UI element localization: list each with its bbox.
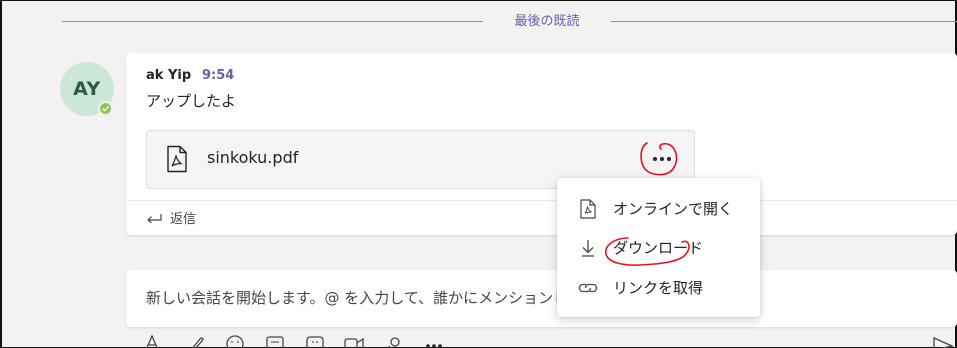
sticker-icon[interactable] [304, 334, 326, 348]
message-author[interactable]: ak Yip [146, 67, 191, 85]
more-options-button[interactable] [648, 148, 676, 170]
pdf-file-icon [578, 198, 598, 219]
menu-item-label: オンラインで開く [613, 200, 734, 218]
file-name[interactable]: sinkoku.pdf [207, 147, 298, 169]
menu-item-download[interactable]: ダウンロード [557, 228, 760, 267]
last-read-divider-right [611, 21, 957, 22]
more-dot-icon [667, 157, 671, 161]
emoji-icon[interactable] [224, 334, 246, 348]
link-icon [578, 278, 598, 298]
compose-placeholder[interactable]: 新しい会話を開始します。@ を入力して、誰かにメンションしてください。 [146, 288, 566, 308]
reply-arrow-icon [147, 214, 162, 223]
menu-item-open-online[interactable]: オンラインで開く [557, 189, 760, 228]
menu-item-label: ダウンロード [613, 239, 704, 257]
presence-available-icon [98, 101, 113, 116]
message-time: 9:54 [202, 68, 235, 83]
reply-button[interactable]: 返信 [146, 207, 196, 227]
meet-now-icon[interactable] [343, 334, 365, 348]
last-read-label: 最後の既読 [514, 14, 580, 29]
last-read-divider-left [62, 21, 483, 22]
window-border-top [0, 0, 957, 1]
menu-item-get-link[interactable]: リンクを取得 [557, 268, 760, 307]
send-icon[interactable] [932, 334, 954, 348]
window-border-left [0, 0, 2, 348]
reply-label: 返信 [170, 211, 197, 227]
menu-item-label: リンクを取得 [613, 279, 704, 297]
praise-icon[interactable] [384, 334, 406, 348]
pdf-file-icon [165, 145, 189, 173]
message-text: アップしたよ [146, 92, 237, 110]
more-dot-icon [660, 157, 664, 161]
format-icon[interactable] [142, 334, 164, 348]
reply-divider [126, 200, 957, 201]
attach-icon[interactable] [185, 334, 207, 348]
more-options-icon[interactable] [423, 334, 445, 348]
download-icon [578, 238, 598, 258]
more-dot-icon [653, 157, 657, 161]
gif-icon[interactable] [264, 334, 286, 348]
